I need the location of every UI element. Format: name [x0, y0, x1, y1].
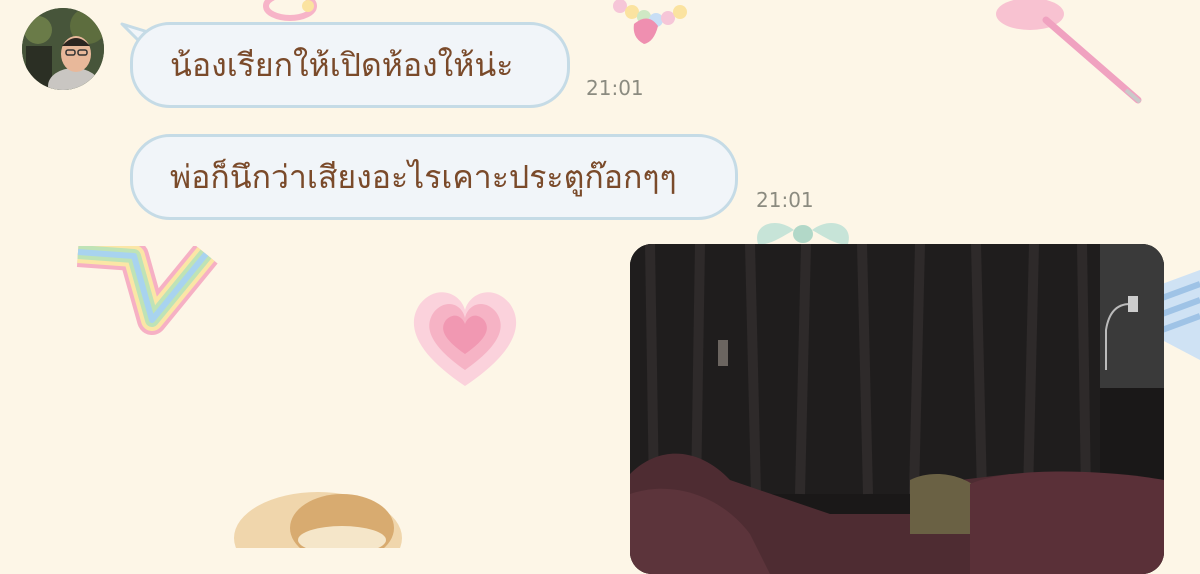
message-text: น้องเรียกให้เปิดห้องให้น่ะ — [170, 46, 514, 84]
bow-icon — [757, 222, 849, 245]
feather-pen-icon — [996, 0, 1142, 104]
bedroom-photo-icon — [630, 244, 1164, 574]
bread-icon — [234, 492, 402, 548]
avatar-photo-icon — [22, 8, 104, 90]
photo-message[interactable] — [630, 244, 1164, 574]
sender-avatar[interactable] — [22, 8, 104, 90]
message-bubble[interactable]: น้องเรียกให้เปิดห้องให้น่ะ — [130, 22, 570, 108]
heart-icon — [413, 292, 517, 386]
message-time: 21:01 — [586, 76, 644, 100]
candy-bracelet-icon — [613, 0, 687, 44]
message-bubble[interactable]: พ่อก็นึกว่าเสียงอะไรเคาะประตูก๊อกๆๆ — [130, 134, 738, 220]
rainbow-candy-icon — [76, 246, 218, 335]
message-text: พ่อก็นึกว่าเสียงอะไรเคาะประตูก๊อกๆๆ — [170, 158, 677, 196]
striped-ribbon-icon — [1162, 270, 1200, 360]
ring-icon — [263, 0, 317, 21]
message-time: 21:01 — [756, 188, 814, 212]
